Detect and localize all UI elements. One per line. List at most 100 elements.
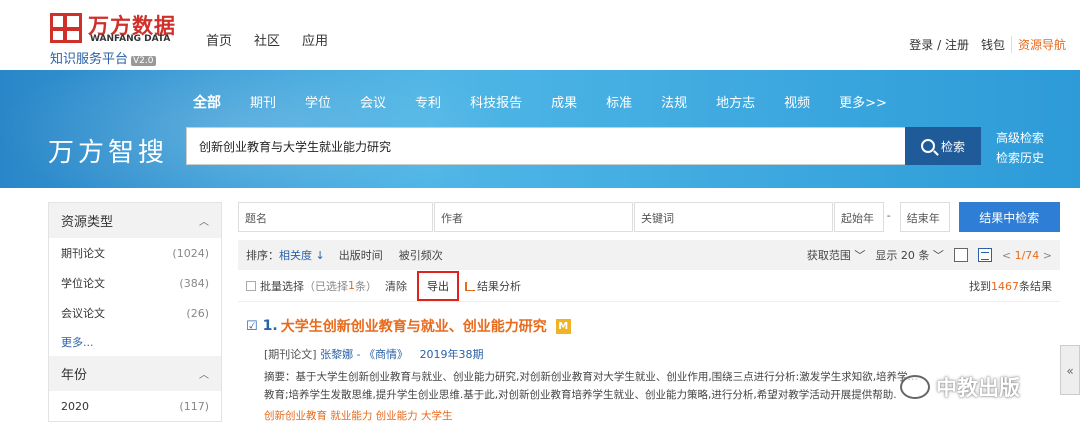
sidebar-item-journal[interactable]: 期刊论文 (1024) [49,238,221,268]
pagination: < 1/74 > [1002,249,1052,262]
end-year-field[interactable]: 结束年 [899,202,950,232]
sort-bar-right: 获取范围 ﹀ 显示 20 条 ﹀ < 1/74 > [807,247,1052,263]
sidebar-item-count: (1024) [172,246,209,260]
search-history-link[interactable]: 检索历史 [996,148,1044,168]
sidebar-item-conference[interactable]: 会议论文 (26) [49,298,221,328]
sidebar-item-degree[interactable]: 学位论文 (384) [49,268,221,298]
source-link[interactable]: - 《商情》 [357,348,408,361]
selected-count: 1 [348,279,355,292]
wallet-link[interactable]: 钱包 [975,36,1011,53]
chevron-up-icon: ︿ [199,217,209,228]
collapse-handle[interactable]: « [1060,345,1080,395]
clear-button[interactable]: 清除 [385,278,407,294]
sort-cited[interactable]: 被引频次 [399,247,443,263]
search-in-results-button[interactable]: 结果中检索 [958,202,1061,232]
search-input[interactable]: 创新创业教育与大学生就业能力研究 [186,127,906,165]
start-year-field[interactable]: 起始年 [833,202,884,232]
next-page-button[interactable]: > [1043,249,1052,262]
sidebar-item-count: (117) [179,399,209,413]
sidebar-item-label: 会议论文 [61,307,105,320]
wanfang-logo-icon[interactable] [50,13,82,43]
page-size-label: 显示 20 条 [875,249,930,262]
wechat-icon [900,375,930,399]
tab-all[interactable]: 全部 [193,92,221,112]
tab-standard[interactable]: 标准 [606,92,632,112]
sort-bar: 排序： 相关度 ↓ 出版时间 被引频次 获取范围 ﹀ 显示 20 条 ﹀ < 1… [238,240,1060,270]
sort-relevance[interactable]: 相关度 ↓ [279,247,325,263]
tab-degree[interactable]: 学位 [305,92,331,112]
media-badge-icon[interactable]: M [555,318,571,334]
analysis-label: 结果分析 [477,279,521,293]
nav-apps[interactable]: 应用 [302,30,328,49]
tab-more[interactable]: 更多>> [839,92,887,112]
selected-text: （已选择 [304,279,348,293]
result-title-link[interactable]: 大学生创新创业教育与就业、创业能力研究 [281,316,547,336]
category-tabs: 全部 期刊 学位 会议 专利 科技报告 成果 标准 法规 地方志 视频 更多>> [193,92,916,112]
export-button[interactable]: 导出 [417,270,459,301]
abstract-line-2: 教育;培养学生发散思维,提升学生创业思维.基于此,对创新创业教育培养学生就业、创… [264,389,897,401]
result-title-row: ☑ 1. 大学生创新创业教育与就业、创业能力研究 M [246,316,1052,336]
issue-link[interactable]: 2019年38期 [420,348,484,361]
title-field[interactable]: 题名 [238,202,434,232]
tab-video[interactable]: 视频 [784,92,810,112]
batch-select-label[interactable]: 批量选择 [260,278,304,294]
sidebar-item-count: (26) [186,306,209,320]
batch-select-checkbox[interactable] [246,280,256,291]
platform-title: 知识服务平台 V2.0 [50,48,156,67]
found-suffix: 条结果 [1019,279,1052,293]
nav-home[interactable]: 首页 [206,30,232,49]
year-header[interactable]: 年份 ︿ [49,356,221,391]
grid-view-icon[interactable] [953,248,968,262]
tab-tech-report[interactable]: 科技报告 [470,92,522,112]
prev-page-button[interactable]: < [1002,249,1011,262]
keyword-field[interactable]: 关键词 [634,202,833,232]
watermark: 中教出版 [900,372,1020,402]
nav-community[interactable]: 社区 [254,30,280,49]
result-meta: [期刊论文] 张黎娜 - 《商情》 2019年38期 [246,346,1052,362]
search-icon [920,139,935,153]
sidebar-more-link[interactable]: 更多... [49,328,221,356]
sort-pubtime[interactable]: 出版时间 [339,247,383,263]
user-links: 登录 / 注册 钱包 资源导航 [903,36,1072,53]
top-header: 万方数据 WANFANG DATA 知识服务平台 V2.0 首页 社区 应用 登录… [0,0,1080,70]
tab-achievement[interactable]: 成果 [551,92,577,112]
version-badge: V2.0 [131,56,156,66]
advanced-search-link[interactable]: 高级检索 [996,128,1044,148]
resource-nav-link[interactable]: 资源导航 [1010,36,1072,53]
chevron-down-icon: ﹀ [929,249,944,262]
tab-law[interactable]: 法规 [661,92,687,112]
result-keywords[interactable]: 创新创业教育 就业能力 创业能力 大学生 [246,408,1052,423]
login-link[interactable]: 登录 / 注册 [903,36,975,53]
analysis-button[interactable]: 结果分析 [465,278,521,294]
tab-journal[interactable]: 期刊 [250,92,276,112]
sidebar-item-count: (384) [179,276,209,290]
list-view-icon[interactable] [977,248,992,262]
result-type: [期刊论文] [264,348,317,361]
page-size-dropdown[interactable]: 显示 20 条 ﹀ [875,247,944,263]
sidebar-item-label: 期刊论文 [61,247,105,260]
tab-conference[interactable]: 会议 [360,92,386,112]
top-nav: 首页 社区 应用 [206,30,328,49]
resource-type-header[interactable]: 资源类型 ︿ [49,203,221,238]
watermark-text: 中教出版 [936,376,1020,400]
author-link[interactable]: 张黎娜 [320,348,353,361]
author-field[interactable]: 作者 [434,202,633,232]
filter-sidebar: 资源类型 ︿ 期刊论文 (1024) 学位论文 (384) 会议论文 (26) 更多..… [48,202,222,422]
sidebar-item-label: 2020 [61,399,89,413]
tab-local-chronicle[interactable]: 地方志 [716,92,755,112]
search-button-label: 检索 [940,139,965,154]
result-count: 找到1467条结果 [969,278,1052,294]
range-label: 获取范围 [806,249,851,262]
result-item: ☑ 1. 大学生创新创业教育与就业、创业能力研究 M [期刊论文] 张黎娜 - … [238,302,1060,423]
brand-title: 万方智搜 [48,138,169,168]
year-dash: - [884,202,899,232]
abstract-line-1: 摘要：基于大学生创新创业教育与就业、创业能力研究,对创新创业教育对大学生就业、创… [264,371,919,383]
platform-label: 知识服务平台 [50,52,129,67]
checked-checkbox-icon[interactable]: ☑ [246,319,258,334]
logo-en-text: WANFANG DATA [90,34,171,44]
search-button[interactable]: 检索 [905,127,981,165]
arrow-down-icon: ↓ [312,249,325,262]
range-dropdown[interactable]: 获取范围 ﹀ [807,247,866,263]
tab-patent[interactable]: 专利 [415,92,441,112]
sidebar-item-year-2020[interactable]: 2020 (117) [49,391,221,421]
